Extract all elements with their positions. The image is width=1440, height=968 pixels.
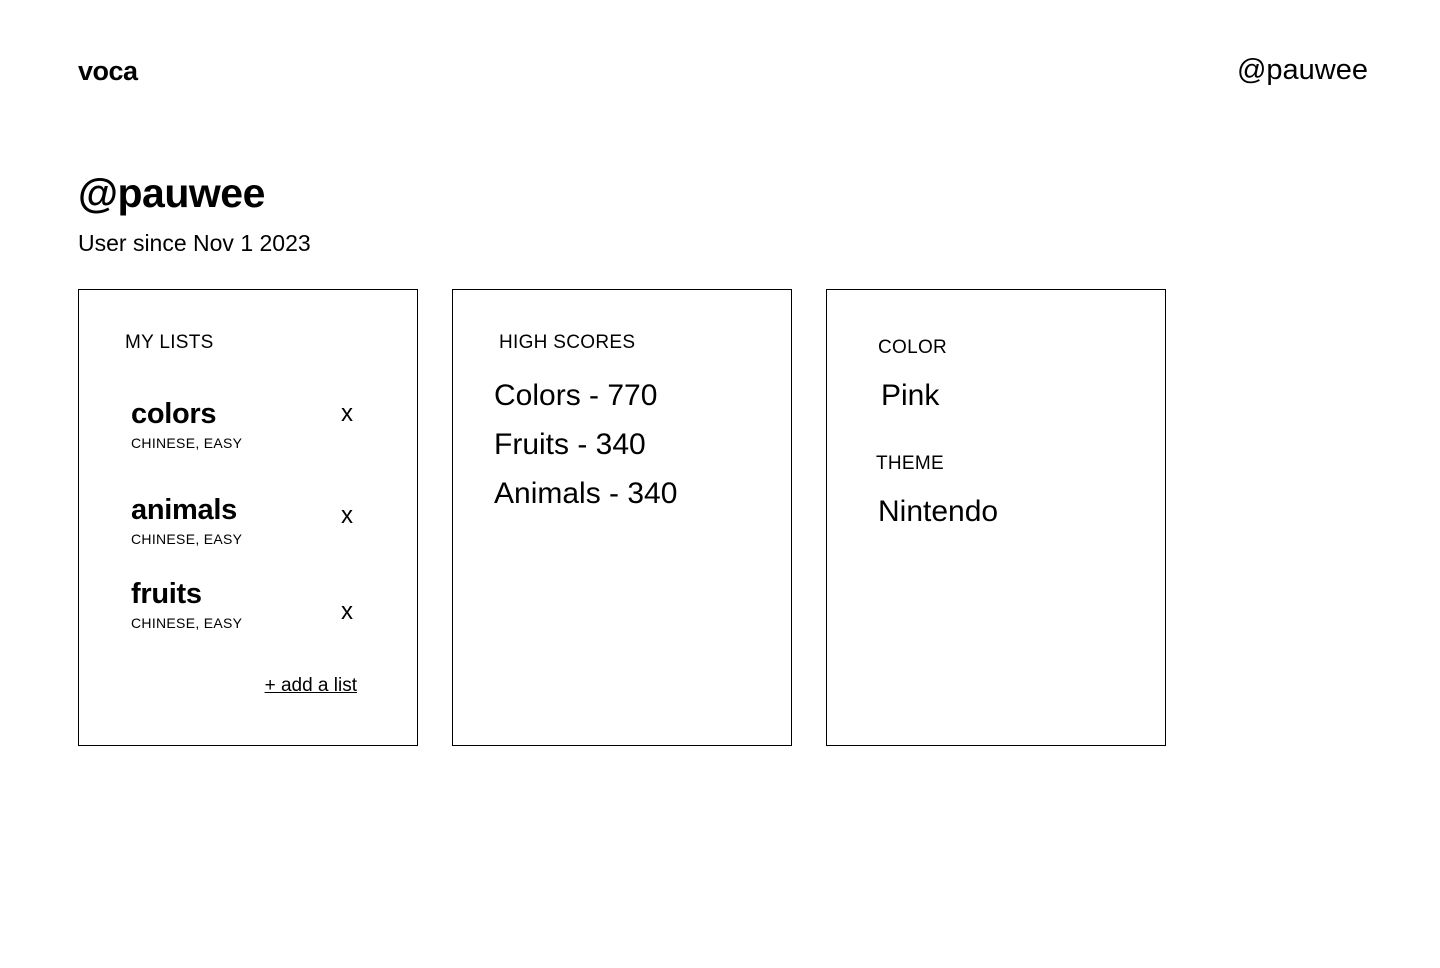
list-name[interactable]: colors [131,398,217,431]
color-value[interactable]: Pink [881,379,939,413]
list-meta: CHINESE, EASY [131,531,243,547]
member-since-text: User since Nov 1 2023 [78,230,311,256]
profile-username: @pauwee [78,170,265,216]
high-scores-card: HIGH SCORES Colors - 770 Fruits - 340 An… [452,289,792,746]
my-lists-heading: MY LISTS [125,332,214,353]
list-item-fruits[interactable]: fruits CHINESE, EASY x [131,578,361,638]
preferences-card: COLOR Pink THEME Nintendo [826,289,1166,746]
delete-list-button[interactable]: x [341,400,353,428]
my-lists-card: MY LISTS colors CHINESE, EASY x animals … [78,289,418,746]
score-item: Animals - 340 [494,477,678,510]
list-item-animals[interactable]: animals CHINESE, EASY x [131,494,361,554]
list-name[interactable]: animals [131,494,237,527]
color-label: COLOR [878,337,948,358]
list-item-colors[interactable]: colors CHINESE, EASY x [131,398,361,458]
high-scores-heading: HIGH SCORES [499,332,636,353]
delete-list-button[interactable]: x [341,502,353,530]
list-meta: CHINESE, EASY [131,615,243,631]
list-name[interactable]: fruits [131,578,202,611]
delete-list-button[interactable]: x [341,598,353,626]
user-menu-link[interactable]: @pauwee [1237,54,1368,87]
add-list-link[interactable]: + add a list [265,675,357,697]
list-meta: CHINESE, EASY [131,435,243,451]
theme-value[interactable]: Nintendo [878,495,998,529]
score-item: Colors - 770 [494,379,658,412]
score-item: Fruits - 340 [494,428,646,461]
app-logo[interactable]: voca [78,56,138,87]
theme-label: THEME [876,453,944,474]
